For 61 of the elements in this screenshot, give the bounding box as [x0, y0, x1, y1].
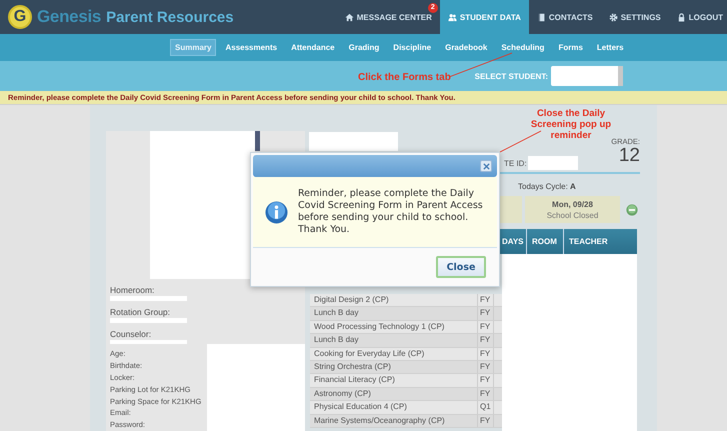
annotation-text: Close the Daily Screening pop up reminder	[530, 108, 612, 141]
site-title: Parent Resources	[106, 8, 234, 26]
table-cell: FY	[478, 360, 494, 374]
nav-tab[interactable]: Letters	[592, 39, 629, 56]
field-label: Rotation Group:	[110, 306, 172, 317]
minus-circle-icon[interactable]	[626, 204, 638, 216]
table-cell: Lunch B day	[310, 307, 478, 320]
table-cell: String Orchestra (CP)	[310, 360, 478, 374]
nav-tab[interactable]: Gradebook	[440, 39, 492, 56]
dialog-message: Reminder, please complete the Daily Covid Screening Form in Parent Access before sending your child to school. Thank You.	[298, 188, 483, 236]
house-icon	[344, 12, 354, 22]
table-cell: Wood Processing Technology 1 (CP)	[310, 320, 478, 334]
field-label: Homeroom:	[110, 285, 156, 295]
student-select[interactable]	[551, 66, 623, 86]
nav-link[interactable]: LOGOUT	[668, 0, 727, 34]
nav-link[interactable]: SETTINGS	[600, 0, 669, 34]
table-cell: Astronomy (CP)	[310, 388, 478, 400]
nav-tab[interactable]: Assessments	[220, 39, 282, 56]
column-header: TEACHER	[568, 236, 608, 248]
lock-icon	[676, 12, 686, 22]
table-cell: Marine Systems/Oceanography (CP)	[310, 414, 478, 427]
nav-link[interactable]: STUDENT DATA	[440, 0, 529, 34]
logo-icon: G	[8, 5, 32, 29]
table-cell: FY	[478, 374, 494, 387]
leader-line	[500, 130, 542, 152]
nav-tab[interactable]: Summary	[170, 39, 216, 56]
table-cell: Cooking for Everyday Life (CP)	[310, 348, 478, 360]
brand-name: Genesis	[37, 7, 102, 27]
field-label: Counselor:	[110, 328, 152, 339]
table-cell: Financial Literacy (CP)	[310, 374, 478, 387]
state-id-label: TE ID:	[503, 158, 527, 168]
people-icon	[448, 12, 457, 22]
close-button[interactable]: Close	[436, 256, 486, 278]
nav-tab[interactable]: Scheduling	[496, 39, 550, 56]
select-student-label: SELECT STUDENT:	[474, 72, 548, 80]
nav-tab[interactable]: Discipline	[388, 39, 436, 56]
table-cell: Lunch B day	[310, 334, 478, 347]
nav-tab[interactable]: Forms	[553, 39, 588, 56]
state-id-field	[528, 156, 578, 170]
table-cell: Q1	[478, 401, 494, 414]
book-icon	[536, 12, 546, 22]
close-button[interactable]	[480, 160, 492, 172]
annotation-text: Click the Forms tab	[358, 72, 451, 83]
table-cell: FY	[478, 320, 494, 334]
nav-link[interactable]: CONTACTS	[528, 0, 601, 34]
day-cell: Mon, 09/28 School Closed	[525, 196, 620, 223]
close-icon	[482, 162, 490, 170]
grade-value: 12	[618, 146, 640, 166]
table-cell: Physical Education 4 (CP)	[310, 401, 478, 414]
table-cell: FY	[478, 388, 494, 400]
todays-cycle: Todays Cycle: A	[518, 182, 577, 191]
gear-icon	[608, 12, 618, 22]
nav-tab[interactable]: Grading	[344, 39, 384, 56]
table-cell: Digital Design 2 (CP)	[310, 294, 478, 306]
table-cell: FY	[478, 348, 494, 360]
info-icon	[265, 200, 288, 224]
nav-tab[interactable]: Attendance	[286, 39, 340, 56]
table-cell: FY	[478, 294, 494, 306]
table-cell: FY	[478, 334, 494, 347]
table-cell: FY	[478, 307, 494, 320]
table-cell: FY	[478, 414, 494, 427]
